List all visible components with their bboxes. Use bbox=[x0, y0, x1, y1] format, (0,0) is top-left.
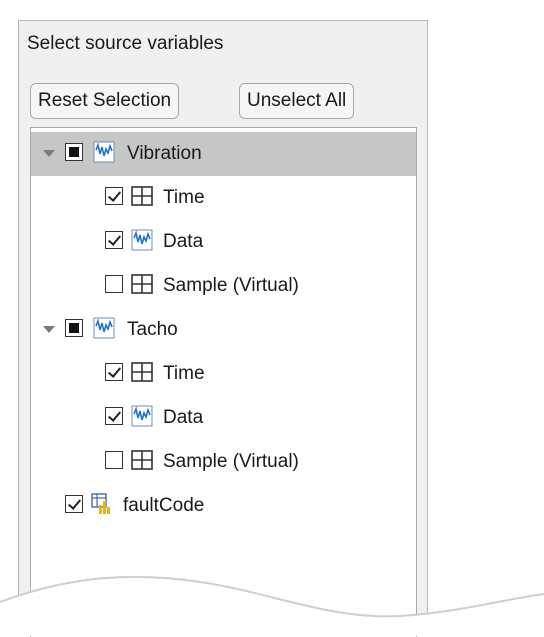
tacho-sample-label: Sample (Virtual) bbox=[163, 451, 299, 472]
faultcode-label: faultCode bbox=[123, 495, 205, 516]
vibration-sample-label: Sample (Virtual) bbox=[163, 275, 299, 296]
faultcode-checkbox[interactable] bbox=[65, 495, 83, 513]
tacho-time-label: Time bbox=[163, 363, 205, 384]
vibration-time-label: Time bbox=[163, 187, 205, 208]
vibration-data-checkbox[interactable] bbox=[105, 231, 123, 249]
signal-icon bbox=[93, 317, 115, 339]
vibration-sample-checkbox[interactable] bbox=[105, 275, 123, 293]
vibration-checkbox[interactable] bbox=[65, 143, 83, 161]
variable-icon bbox=[91, 493, 110, 514]
vibration-label: Vibration bbox=[127, 143, 202, 164]
torn-edge-decoration bbox=[0, 575, 544, 636]
tree-node-vibration[interactable]: Vibration bbox=[31, 132, 416, 176]
table-icon bbox=[131, 274, 153, 294]
chevron-down-icon[interactable] bbox=[43, 326, 55, 333]
signal-icon bbox=[93, 141, 115, 163]
table-icon bbox=[131, 362, 153, 382]
tree-node-vibration-sample[interactable]: Sample (Virtual) bbox=[31, 264, 416, 308]
unselect-all-button[interactable]: Unselect All bbox=[239, 83, 355, 119]
reset-selection-button[interactable]: Reset Selection bbox=[30, 83, 180, 119]
tacho-sample-checkbox[interactable] bbox=[105, 451, 123, 469]
tacho-label: Tacho bbox=[127, 319, 178, 340]
panel-title: Select source variables bbox=[27, 33, 224, 54]
tree-node-vibration-data[interactable]: Data bbox=[31, 220, 416, 264]
table-icon bbox=[131, 450, 153, 470]
tree-node-tacho-data[interactable]: Data bbox=[31, 396, 416, 440]
vibration-time-checkbox[interactable] bbox=[105, 187, 123, 205]
tree-node-vibration-time[interactable]: Time bbox=[31, 176, 416, 220]
tacho-time-checkbox[interactable] bbox=[105, 363, 123, 381]
table-icon bbox=[131, 186, 153, 206]
chevron-down-icon[interactable] bbox=[43, 150, 55, 157]
source-variables-panel: Select source variables Reset Selection … bbox=[18, 20, 428, 637]
tree-node-faultcode[interactable]: faultCode bbox=[31, 484, 416, 528]
tacho-data-label: Data bbox=[163, 407, 204, 428]
tacho-checkbox[interactable] bbox=[65, 319, 83, 337]
tree-node-tacho[interactable]: Tacho bbox=[31, 308, 416, 352]
signal-icon bbox=[131, 229, 153, 251]
signal-icon bbox=[131, 405, 153, 427]
tree-node-tacho-time[interactable]: Time bbox=[31, 352, 416, 396]
vibration-data-label: Data bbox=[163, 231, 204, 252]
tacho-data-checkbox[interactable] bbox=[105, 407, 123, 425]
tree-node-tacho-sample[interactable]: Sample (Virtual) bbox=[31, 440, 416, 484]
